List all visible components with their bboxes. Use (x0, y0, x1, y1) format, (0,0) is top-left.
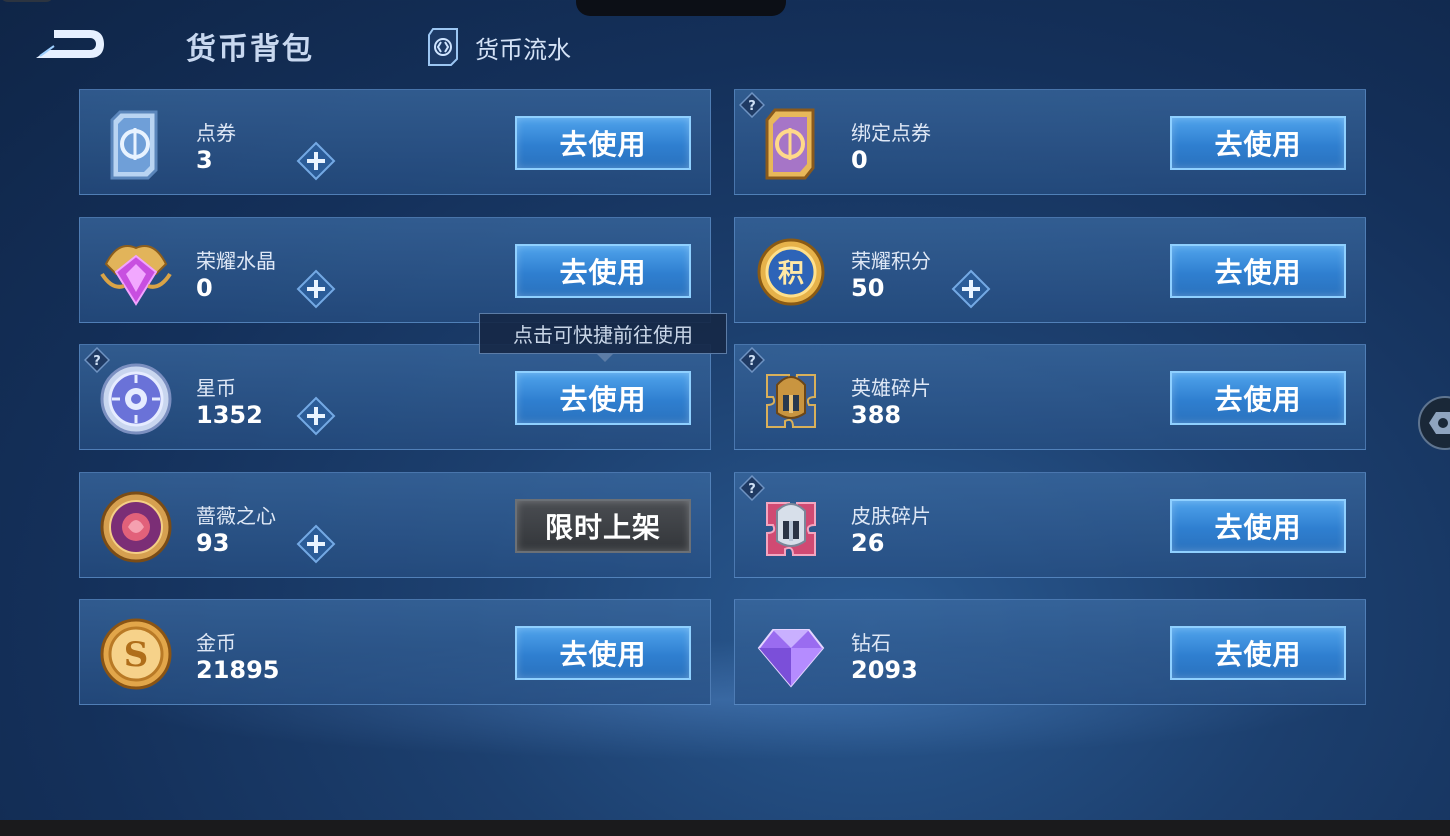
currency-name: 金币 (196, 631, 236, 655)
glory-points-icon: 积 (753, 234, 829, 310)
rose-heart-icon (98, 489, 174, 565)
use-button[interactable]: 去使用 (1170, 498, 1346, 553)
ticket-icon (98, 106, 174, 182)
use-button[interactable]: 去使用 (1170, 626, 1346, 680)
currency-amount: 1352 (196, 401, 263, 429)
plus-icon (951, 269, 991, 313)
plus-icon (296, 396, 336, 440)
currency-flow-label: 货币流水 (475, 35, 571, 64)
back-button[interactable] (34, 26, 106, 62)
use-button[interactable]: 去使用 (1170, 243, 1346, 298)
use-button[interactable]: 去使用 (515, 243, 691, 298)
star-coin-icon (98, 361, 174, 437)
status-pill (576, 0, 786, 16)
currency-name: 钻石 (851, 631, 891, 655)
currency-amount: 21895 (196, 656, 280, 684)
currency-amount: 0 (851, 146, 868, 174)
page-title: 货币背包 (186, 32, 314, 67)
currency-card-diamond: 钻石 2093 去使用 (734, 599, 1366, 705)
limited-time-button[interactable]: 限时上架 (515, 498, 691, 553)
add-glory-crystal-button[interactable] (296, 269, 336, 309)
currency-amount: 3 (196, 146, 213, 174)
add-glory-points-button[interactable] (951, 269, 991, 309)
use-button[interactable]: 去使用 (1170, 371, 1346, 425)
gold-coin-icon: S (98, 616, 174, 692)
use-button[interactable]: 去使用 (1170, 116, 1346, 170)
currency-card-ticket: 点券 3 去使用 (79, 89, 711, 195)
currency-card-skin-fragment: ? 皮肤碎片 26 去使用 (734, 471, 1366, 578)
currency-amount: 0 (196, 273, 213, 302)
currency-card-gold-coin: S 金币 21895 去使用 (79, 599, 711, 705)
plus-icon (296, 524, 336, 568)
currency-card-glory-points: 积 荣耀积分 50 去使用 (734, 216, 1366, 323)
bound-ticket-icon (753, 106, 829, 182)
currency-name: 皮肤碎片 (851, 503, 931, 528)
currency-card-bound-ticket: ? 绑定点券 0 去使用 (734, 89, 1366, 195)
tooltip-text: 点击可快捷前往使用 (513, 323, 693, 347)
use-button[interactable]: 去使用 (515, 371, 691, 425)
plus-icon (296, 269, 336, 313)
currency-amount: 93 (196, 528, 230, 557)
currency-card-rose-heart: 蔷薇之心 93 限时上架 (79, 471, 711, 578)
currency-card-hero-fragment: ? 英雄碎片 388 去使用 (734, 344, 1366, 450)
currency-card-glory-crystal: 荣耀水晶 0 去使用 (79, 216, 711, 323)
hexagon-icon (1429, 412, 1450, 434)
diamond-icon (753, 616, 829, 692)
currency-card-star-coin: ? 星币 1352 去使用 (79, 344, 711, 450)
currency-name: 绑定点券 (851, 121, 931, 145)
use-button[interactable]: 去使用 (515, 626, 691, 680)
bottom-bar (0, 820, 1450, 836)
currency-flow-tab[interactable]: 货币流水 (425, 27, 571, 67)
add-ticket-button[interactable] (296, 141, 336, 181)
glory-crystal-icon (98, 234, 174, 310)
currency-amount: 2093 (851, 656, 918, 684)
currency-amount: 50 (851, 273, 885, 302)
currency-amount: 26 (851, 528, 885, 557)
svg-text:S: S (124, 635, 149, 675)
currency-name: 点券 (196, 121, 236, 145)
currency-name: 荣耀水晶 (196, 248, 276, 273)
back-arrow-icon (36, 30, 104, 58)
side-menu-handle[interactable] (1418, 396, 1450, 450)
use-button[interactable]: 去使用 (515, 116, 691, 170)
hero-fragment-icon (753, 361, 829, 437)
skin-fragment-icon (753, 489, 829, 565)
ledger-icon (428, 28, 458, 66)
add-star-coin-button[interactable] (296, 396, 336, 436)
add-rose-heart-button[interactable] (296, 524, 336, 564)
svg-text:积: 积 (778, 259, 804, 289)
tooltip-arrow (596, 353, 614, 362)
currency-name: 荣耀积分 (851, 248, 931, 273)
plus-icon (296, 141, 336, 185)
currency-name: 蔷薇之心 (196, 503, 276, 528)
currency-name: 英雄碎片 (851, 376, 931, 400)
quick-use-tooltip: 点击可快捷前往使用 (479, 313, 727, 362)
currency-amount: 388 (851, 401, 902, 429)
currency-name: 星币 (196, 376, 236, 400)
status-pill-left (0, 0, 54, 2)
